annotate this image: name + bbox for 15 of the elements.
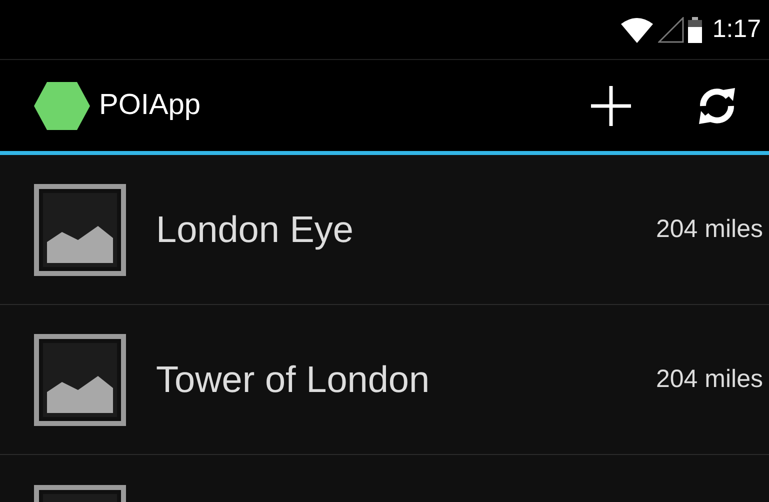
place-name: London Eye	[156, 208, 355, 250]
place-name: Tower of London	[156, 358, 431, 400]
place-distance: 204 miles	[656, 215, 763, 244]
signal-icon	[658, 16, 684, 42]
list-item[interactable]: London Eye 204 miles	[0, 155, 769, 305]
image-placeholder-icon	[34, 184, 126, 276]
place-distance: 204 miles	[656, 365, 763, 394]
status-time: 1:17	[712, 15, 761, 44]
image-placeholder-icon	[34, 334, 126, 426]
list-item[interactable]: Tower of London 204 miles	[0, 305, 769, 455]
hexagon-logo-icon[interactable]	[33, 80, 91, 130]
add-icon[interactable]	[589, 84, 633, 128]
app-title: POIApp	[99, 89, 202, 122]
battery-icon	[688, 16, 702, 42]
wifi-icon	[620, 16, 654, 42]
